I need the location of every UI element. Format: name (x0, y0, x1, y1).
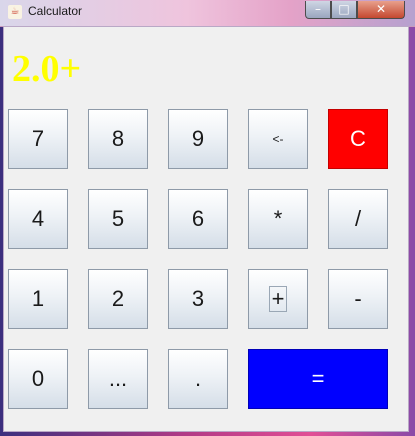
key-4[interactable]: 4 (8, 189, 68, 249)
key-7[interactable]: 7 (8, 109, 68, 169)
equals-button[interactable]: = (248, 349, 388, 409)
key-6[interactable]: 6 (168, 189, 228, 249)
clear-button[interactable]: C (328, 109, 388, 169)
multiply-button[interactable]: * (248, 189, 308, 249)
window-title: Calculator (28, 4, 83, 18)
add-button-label: + (268, 286, 288, 312)
decimal-point-button[interactable]: . (168, 349, 228, 409)
key-1[interactable]: 1 (8, 269, 68, 329)
key-8[interactable]: 8 (88, 109, 148, 169)
close-button[interactable]: ✕ (357, 1, 405, 19)
add-button[interactable]: + (248, 269, 308, 329)
minimize-button[interactable]: – (305, 1, 331, 19)
key-0[interactable]: 0 (8, 349, 68, 409)
calculator-panel: 2.0+ 7 8 9 <- C 4 5 6 * / 1 2 3 + - 0 ..… (3, 26, 409, 432)
divide-button[interactable]: / (328, 189, 388, 249)
java-app-icon: ☕ (8, 5, 22, 19)
maximize-button[interactable]: □ (331, 1, 357, 19)
calculator-display: 2.0+ (12, 48, 82, 90)
ellipsis-button[interactable]: ... (88, 349, 148, 409)
application-window: ☕ Calculator – □ ✕ 2.0+ 7 8 9 <- C 4 5 6… (0, 0, 415, 436)
key-2[interactable]: 2 (88, 269, 148, 329)
title-bar[interactable]: ☕ Calculator – □ ✕ (0, 0, 415, 27)
key-5[interactable]: 5 (88, 189, 148, 249)
key-9[interactable]: 9 (168, 109, 228, 169)
subtract-button[interactable]: - (328, 269, 388, 329)
key-3[interactable]: 3 (168, 269, 228, 329)
backspace-button[interactable]: <- (248, 109, 308, 169)
